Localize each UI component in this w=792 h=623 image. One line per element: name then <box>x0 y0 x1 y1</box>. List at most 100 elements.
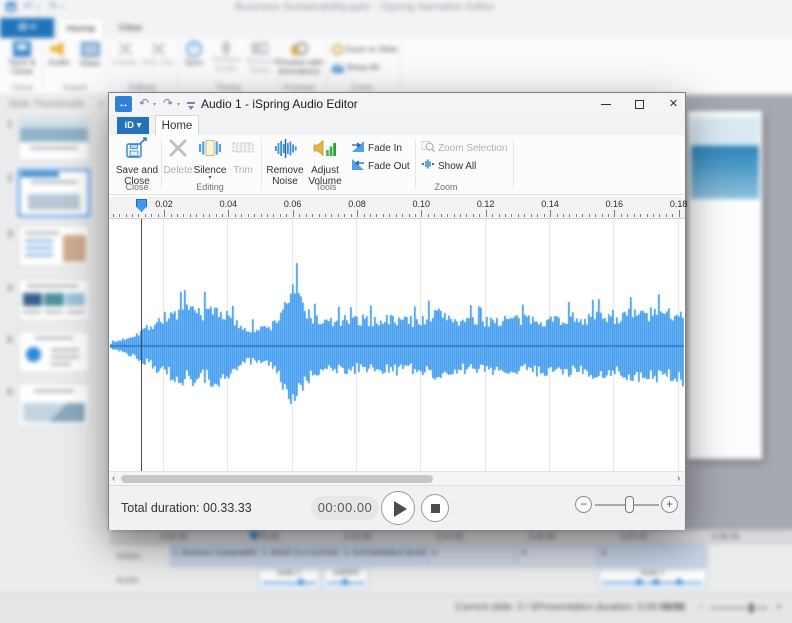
timeline-playhead[interactable] <box>248 532 260 541</box>
ruler-tick <box>164 210 166 217</box>
bg-preview-button[interactable]: Preview with Animations <box>274 40 324 82</box>
ruler-tick <box>144 213 146 217</box>
bg-record-video-button[interactable]: Record Video <box>244 40 276 82</box>
quick-save-icon[interactable] <box>6 2 16 12</box>
dialog-titlebar[interactable]: ↔ ↶ ▾ ↷ ▾ Audio 1 - iSpring Audio Editor… <box>109 93 685 115</box>
redo-caret-icon[interactable]: ▾ <box>177 101 180 108</box>
slide-thumbnail-3[interactable] <box>18 225 90 267</box>
waveform-area[interactable] <box>109 219 685 471</box>
thumbnail-number: 2 <box>7 173 13 184</box>
group-separator <box>326 42 327 88</box>
bg-show-all-label: Show All <box>346 62 379 72</box>
silence-dropdown-icon[interactable]: ▾ <box>193 175 227 181</box>
stop-button[interactable] <box>421 494 449 522</box>
fade-in-button[interactable]: Fade In <box>351 139 407 155</box>
bg-edit-clip-button[interactable]: Edit Clip <box>142 40 174 82</box>
audio-clip[interactable]: Audio 1 <box>598 569 707 589</box>
redo-icon[interactable]: ↷ <box>48 0 57 13</box>
remove-noise-button[interactable]: Remove Noise <box>265 137 305 187</box>
dialog-app-button[interactable]: iD ▾ <box>117 117 149 134</box>
slide-thumbnail-4[interactable] <box>18 279 90 321</box>
bg-audio-button[interactable]: Audio <box>44 40 74 82</box>
bg-video-button[interactable]: Video <box>75 40 105 82</box>
slide-thumbnail-5[interactable] <box>18 331 90 373</box>
bg-sync-button[interactable]: Sync <box>180 40 208 82</box>
bg-zoom-slider-track[interactable] <box>710 607 768 609</box>
thumbnail-number: 3 <box>7 229 13 240</box>
ruler-tick <box>395 213 397 217</box>
timeline-ruler[interactable]: 0:00.00 0:05.00 0:10.00 0:15.00 0:20.00 0:25.… <box>110 530 792 544</box>
scroll-right-icon[interactable]: › <box>677 472 680 485</box>
save-and-close-button[interactable]: Save and Close <box>115 137 159 187</box>
undo-caret-icon[interactable]: ▾ <box>153 101 156 108</box>
slide-thumbnail-1[interactable] <box>18 117 90 161</box>
undo-caret-icon[interactable]: ▾ <box>37 4 40 11</box>
close-panel-icon[interactable]: × <box>98 99 104 110</box>
group-separator <box>261 139 262 189</box>
ruler-tick <box>524 213 526 217</box>
bg-zoom-to-slide-button[interactable]: Zoom to Slide <box>332 42 398 56</box>
close-button[interactable]: ✕ <box>659 93 688 115</box>
timeline-slide-cell[interactable]: 6 <box>598 545 707 567</box>
ruler-tick <box>479 213 481 217</box>
scroll-left-icon[interactable]: ‹ <box>112 472 115 485</box>
zoom-in-button[interactable]: + <box>661 496 678 513</box>
slide-thumbnail-6[interactable] <box>18 383 90 427</box>
play-button[interactable] <box>381 491 415 525</box>
timeline-slide-cell[interactable]: 5 <box>518 545 597 567</box>
redo-caret-icon[interactable]: ▾ <box>61 4 64 11</box>
bg-save-close-button[interactable]: Save & Close <box>2 40 42 82</box>
timeline-slide-cell[interactable]: 4 <box>428 545 517 567</box>
bg-show-all-button[interactable]: Show All <box>332 60 398 74</box>
close-icon: ✕ <box>668 98 679 110</box>
zoom-to-slide-icon <box>332 44 343 56</box>
trim-button[interactable]: Trim <box>229 137 257 183</box>
audio-clip[interactable]: Audio 2 <box>258 569 320 589</box>
undo-icon[interactable]: ↶ <box>24 0 33 13</box>
thumbnails-panel-header: Slide Thumbnails × <box>8 99 104 110</box>
timeline-slide-cell[interactable]: 3. SUSTAINABLE BUSINE... <box>340 545 427 567</box>
ruler-tick <box>331 213 333 217</box>
bg-app-button[interactable]: iD ▾ <box>0 18 54 38</box>
bg-zoom-out-icon[interactable]: − <box>698 602 704 613</box>
waveform-canvas[interactable] <box>110 219 684 471</box>
adjust-volume-button[interactable]: Adjust Volume <box>305 137 345 187</box>
silence-button[interactable]: Silence ▾ <box>193 137 227 183</box>
bg-group-preview-label: Preview <box>283 82 315 92</box>
dialog-tab-home[interactable]: Home <box>155 115 199 135</box>
maximize-button[interactable] <box>625 93 654 115</box>
dialog-title: Audio 1 - iSpring Audio Editor <box>201 97 358 111</box>
horizontal-scrollbar[interactable]: ‹ › <box>109 471 685 485</box>
bg-record-audio-button[interactable]: Record Audio <box>210 40 242 82</box>
redo-icon[interactable]: ↷ <box>163 96 173 110</box>
group-separator <box>178 42 179 88</box>
ruler-tick <box>640 213 642 217</box>
bg-delete-button[interactable]: Delete <box>110 40 140 82</box>
delete-button[interactable]: Delete <box>163 137 193 183</box>
slide-thumbnail-2[interactable] <box>18 169 90 217</box>
scrollbar-thumb[interactable] <box>121 475 433 483</box>
zoom-out-button[interactable]: − <box>575 496 592 513</box>
fade-out-button[interactable]: Fade Out <box>351 157 410 173</box>
bg-tab-view[interactable]: View <box>108 18 152 38</box>
ruler-tick <box>627 213 629 217</box>
timeline-slide-cell[interactable]: 1. Business Sustainability <box>170 545 257 567</box>
audio-ruler[interactable]: 0.02 0.04 0.06 0.08 0.10 0.12 0.14 0.16 0.18 <box>109 197 687 219</box>
minimize-button[interactable] <box>591 93 620 115</box>
zoom-slider-thumb[interactable] <box>625 496 634 513</box>
bg-zoom-slider-thumb[interactable] <box>750 603 753 613</box>
undo-icon[interactable]: ↶ <box>139 96 149 110</box>
bg-zoom-in-icon[interactable]: + <box>776 602 782 613</box>
ruler-tick <box>151 213 153 217</box>
show-all-button[interactable]: Show All <box>421 157 511 173</box>
track-label-audio: Audio <box>116 575 140 585</box>
timeline-slide-cell[interactable]: 2. WHAT IS A SUSTAINA... <box>258 545 339 567</box>
playhead-marker[interactable] <box>136 199 147 212</box>
customize-toolbar-icon[interactable] <box>187 102 195 110</box>
thumbnail-number: 4 <box>7 283 13 294</box>
bg-tab-home[interactable]: Home <box>58 18 104 38</box>
group-separator <box>161 139 162 189</box>
zoom-selection-button[interactable]: Zoom Selection <box>421 139 511 155</box>
ruler-tick <box>119 213 120 217</box>
audio-clip[interactable]: swf0000 <box>323 569 369 589</box>
